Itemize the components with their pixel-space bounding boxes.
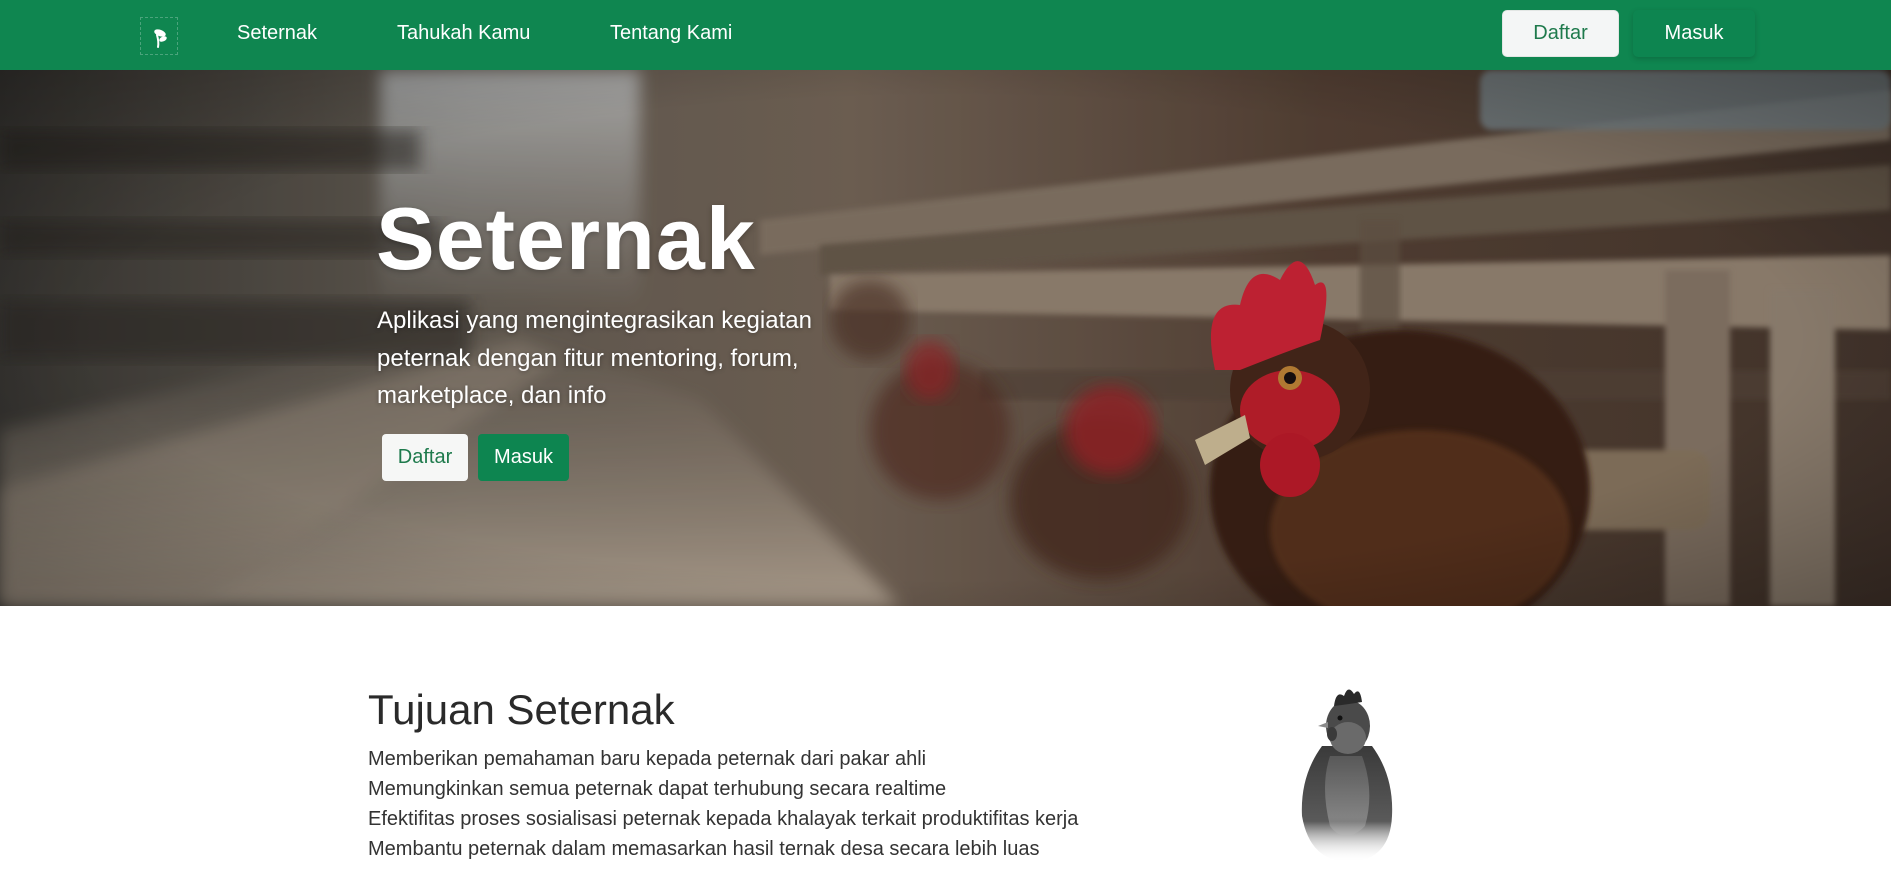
tujuan-list: Memberikan pemahaman baru kepada peterna… bbox=[368, 744, 1078, 864]
tujuan-title: Tujuan Seternak bbox=[368, 686, 675, 733]
nav-link-seternak[interactable]: Seternak bbox=[237, 22, 317, 45]
navbar: Seternak Tahukah Kamu Tentang Kami Dafta… bbox=[0, 0, 1891, 70]
list-item: Membantu peternak dalam memasarkan hasil… bbox=[368, 838, 1040, 860]
hero-section: Seternak Aplikasi yang mengintegrasikan … bbox=[0, 70, 1891, 606]
list-item: Efektifitas proses sosialisasi peternak … bbox=[368, 808, 1079, 830]
hero-daftar-button[interactable]: Daftar bbox=[382, 434, 468, 481]
nav-link-tahukah-kamu[interactable]: Tahukah Kamu bbox=[397, 22, 530, 45]
nav-masuk-button[interactable]: Masuk bbox=[1633, 10, 1755, 57]
hero-background-image bbox=[0, 70, 1891, 606]
hero-title: Seternak bbox=[376, 189, 756, 288]
hero-subtitle: Aplikasi yang mengintegrasikan kegiatan … bbox=[377, 307, 812, 409]
hero-masuk-button[interactable]: Masuk bbox=[478, 434, 569, 481]
seternak-logo-icon[interactable] bbox=[140, 17, 178, 55]
nav-link-tentang-kami[interactable]: Tentang Kami bbox=[610, 22, 732, 45]
nav-daftar-button[interactable]: Daftar bbox=[1502, 10, 1619, 57]
list-item: Memungkinkan semua peternak dapat terhub… bbox=[368, 778, 947, 800]
hen-illustration bbox=[1301, 689, 1393, 862]
list-item: Memberikan pemahaman baru kepada peterna… bbox=[368, 748, 927, 770]
